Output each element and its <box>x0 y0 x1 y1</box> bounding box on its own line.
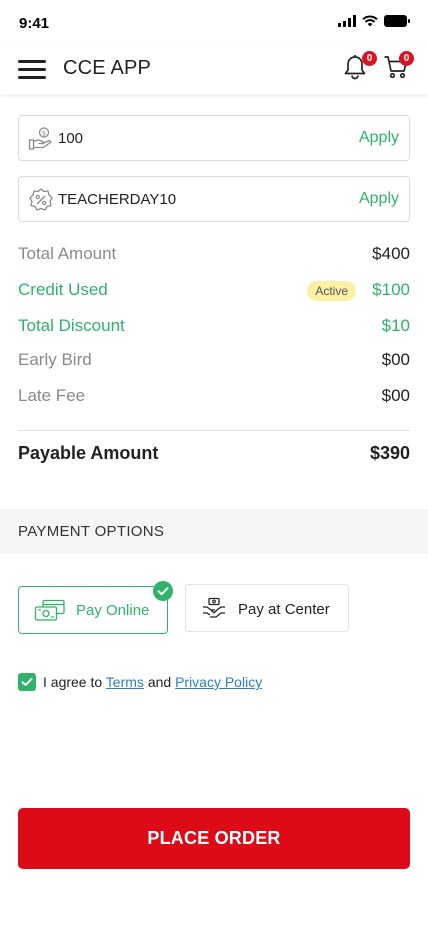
late-fee-label: Late Fee <box>18 386 86 405</box>
menu-icon-bar <box>18 68 46 71</box>
credit-input-row: $ 100 Apply <box>18 115 410 161</box>
privacy-policy-link[interactable]: Privacy Policy <box>175 674 262 690</box>
total-discount-row: Total Discount $10 <box>18 316 410 340</box>
payable-amount-label: Payable Amount <box>18 443 159 463</box>
pay-online-option[interactable]: Pay Online <box>18 581 173 634</box>
cash-handover-icon <box>203 597 225 618</box>
early-bird-label: Early Bird <box>18 350 92 369</box>
credit-input-value[interactable]: 100 <box>58 130 83 147</box>
total-discount-value: $10 <box>381 316 410 335</box>
pay-at-center-option[interactable]: Pay at Center <box>185 584 349 632</box>
app-title: CCE APP <box>63 57 152 79</box>
place-order-button[interactable]: PLACE ORDER <box>18 808 410 869</box>
status-bar: 9:41 <box>0 0 428 46</box>
pay-online-label: Pay Online <box>76 602 150 619</box>
app-header: CCE APP 0 0 <box>0 46 428 94</box>
menu-icon <box>18 60 46 63</box>
pay-at-center-label: Pay at Center <box>238 601 330 618</box>
credit-used-row: Credit Used Active $100 <box>18 280 410 304</box>
late-fee-row: Late Fee $00 <box>18 386 410 410</box>
agreement-prefix: I agree to <box>43 674 103 690</box>
status-time: 9:41 <box>19 15 50 32</box>
coupon-input-row: TEACHERDAY10 Apply <box>18 176 410 222</box>
total-discount-label: Total Discount <box>18 316 125 335</box>
money-hand-icon: $ <box>28 127 52 150</box>
check-icon <box>153 581 173 601</box>
cart-button[interactable]: 0 <box>383 51 414 82</box>
total-amount-row: Total Amount $400 <box>18 244 410 268</box>
payable-amount-value: $390 <box>369 443 410 463</box>
status-icons <box>338 15 410 27</box>
payable-amount-row: Payable Amount $390 <box>18 443 410 464</box>
status-badge: Active <box>307 281 356 301</box>
cart-count-badge: 0 <box>399 51 414 66</box>
menu-icon-bar <box>18 76 46 79</box>
battery-icon <box>384 15 410 27</box>
svg-text:$: $ <box>42 129 46 137</box>
coupon-apply-button[interactable]: Apply <box>359 190 399 208</box>
terms-link[interactable]: Terms <box>106 674 144 690</box>
total-amount-value: $400 <box>372 244 410 263</box>
agreement-and: and <box>147 674 172 690</box>
notification-count-badge: 0 <box>362 51 377 66</box>
credit-apply-button[interactable]: Apply <box>359 129 399 147</box>
menu-button[interactable] <box>18 58 46 80</box>
wifi-icon <box>362 15 378 27</box>
checkbox-check-icon <box>21 678 33 686</box>
credit-used-label: Credit Used <box>18 280 108 299</box>
card-cash-icon <box>34 599 65 621</box>
section-title: PAYMENT OPTIONS <box>18 523 165 540</box>
agreement-text: I agree to Terms and Privacy Policy <box>43 674 262 690</box>
payment-options-header: PAYMENT OPTIONS <box>0 509 428 554</box>
late-fee-value: $00 <box>381 386 410 405</box>
checkmark-glyph <box>157 587 169 596</box>
agree-checkbox[interactable] <box>18 673 36 691</box>
discount-tag-icon <box>29 188 53 211</box>
summary-divider <box>18 430 410 431</box>
notification-button[interactable]: 0 <box>343 51 377 82</box>
early-bird-row: Early Bird $00 <box>18 350 410 374</box>
signal-icon <box>338 15 356 27</box>
early-bird-value: $00 <box>381 350 410 369</box>
total-amount-label: Total Amount <box>18 244 117 263</box>
coupon-input-value[interactable]: TEACHERDAY10 <box>58 191 176 208</box>
credit-used-value: $100 <box>372 280 410 299</box>
